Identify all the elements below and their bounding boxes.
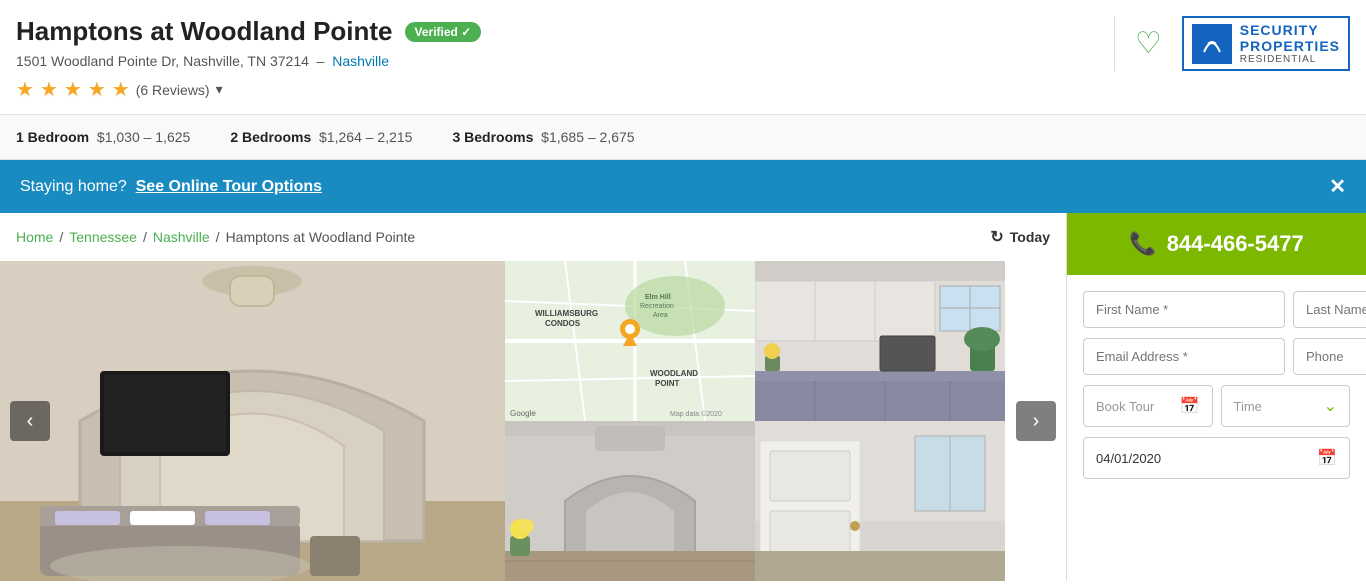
title-row: Hamptons at Woodland Pointe Verified ✓ (16, 16, 1114, 47)
page-header: Hamptons at Woodland Pointe Verified ✓ 1… (0, 0, 1366, 115)
three-bed-range: $1,685 – 2,675 (541, 129, 634, 145)
phone-number: 844-466-5477 (1167, 231, 1304, 257)
book-tour-label: Book Tour (1096, 399, 1154, 414)
breadcrumb-current: Hamptons at Woodland Pointe (226, 229, 416, 245)
property-info: Hamptons at Woodland Pointe Verified ✓ 1… (16, 16, 1114, 102)
refresh-icon: ↻ (990, 227, 1003, 247)
breadcrumb-home[interactable]: Home (16, 229, 53, 245)
today-button[interactable]: ↻ Today (990, 227, 1050, 247)
right-sidebar: 📞 844-466-5477 Book Tour 📅 Time ⌄ (1066, 213, 1366, 581)
reviews-chevron-icon[interactable]: ▾ (216, 81, 223, 98)
three-bedroom-price: 3 Bedrooms $1,685 – 2,675 (452, 129, 634, 145)
main-content: Home / Tennessee / Nashville / Hamptons … (0, 213, 1366, 581)
reviews-count[interactable]: (6 Reviews) (136, 82, 210, 98)
logo-line3: RESIDENTIAL (1240, 54, 1340, 65)
breadcrumb-sep-1: / (59, 229, 63, 245)
header-actions: ♡ SECURITY PROPERTIES RESIDENTIAL (1114, 16, 1350, 71)
pricing-bar: 1 Bedroom $1,030 – 1,625 2 Bedrooms $1,2… (0, 115, 1366, 160)
address-line: 1501 Woodland Pointe Dr, Nashville, TN 3… (16, 53, 1114, 69)
phone-icon: 📞 (1129, 231, 1156, 257)
address-city-link[interactable]: Nashville (332, 53, 389, 69)
star-1: ★ (16, 77, 34, 102)
date-value: 04/01/2020 (1096, 451, 1161, 466)
favorite-icon[interactable]: ♡ (1135, 26, 1162, 61)
one-bed-range: $1,030 – 1,625 (97, 129, 190, 145)
star-3: ★ (64, 77, 82, 102)
time-select[interactable]: Time ⌄ (1221, 385, 1351, 427)
tour-banner: Staying home? See Online Tour Options ✕ (0, 160, 1366, 213)
gallery-next-button[interactable]: › (1016, 401, 1056, 441)
living-room-photo (0, 261, 505, 581)
tour-banner-close-icon[interactable]: ✕ (1329, 174, 1346, 199)
photo-interior3 (755, 421, 1005, 581)
svg-text:Recreation: Recreation (640, 303, 674, 310)
three-bed-label: 3 Bedrooms (452, 129, 533, 145)
svg-text:CONDOS: CONDOS (545, 319, 581, 328)
star-4: ★ (88, 77, 106, 102)
photo-kitchen (755, 261, 1005, 421)
logo-text: SECURITY PROPERTIES RESIDENTIAL (1240, 22, 1340, 65)
svg-text:WOODLAND: WOODLAND (650, 369, 698, 378)
svg-text:Google: Google (510, 409, 536, 418)
last-name-input[interactable] (1293, 291, 1366, 328)
breadcrumb-sep-2: / (143, 229, 147, 245)
phone-input[interactable] (1293, 338, 1366, 375)
left-content: Home / Tennessee / Nashville / Hamptons … (0, 213, 1066, 581)
svg-text:WILLIAMSBURG: WILLIAMSBURG (535, 309, 598, 318)
address-text: 1501 Woodland Pointe Dr, Nashville, TN 3… (16, 53, 309, 69)
tour-banner-prefix: Staying home? (20, 178, 127, 195)
book-tour-field[interactable]: Book Tour 📅 (1083, 385, 1213, 427)
photo-interior2 (505, 421, 755, 581)
gallery-prev-button[interactable]: ‹ (10, 401, 50, 441)
star-2: ★ (40, 77, 58, 102)
rating-row: ★ ★ ★ ★ ★ (6 Reviews) ▾ (16, 77, 1114, 102)
phone-button[interactable]: 📞 844-466-5477 (1067, 213, 1366, 275)
property-title: Hamptons at Woodland Pointe (16, 16, 393, 47)
date-calendar-icon: 📅 (1317, 448, 1337, 468)
two-bedroom-price: 2 Bedrooms $1,264 – 2,215 (230, 129, 412, 145)
company-logo: SECURITY PROPERTIES RESIDENTIAL (1182, 16, 1350, 71)
contact-row (1083, 338, 1350, 375)
star-5: ★ (112, 77, 130, 102)
svg-text:Area: Area (653, 312, 668, 319)
breadcrumb-state[interactable]: Tennessee (69, 229, 137, 245)
time-label: Time (1234, 399, 1262, 414)
breadcrumb: Home / Tennessee / Nashville / Hamptons … (0, 213, 1066, 261)
logo-graphic-icon (1192, 24, 1232, 64)
svg-text:POINT: POINT (655, 379, 680, 388)
logo-line1: SECURITY (1240, 22, 1340, 38)
photo-gallery: ‹ (0, 261, 1066, 581)
name-row (1083, 291, 1350, 328)
date-field[interactable]: 04/01/2020 📅 (1083, 437, 1350, 479)
logo-line2: PROPERTIES (1240, 38, 1340, 54)
tour-banner-text: Staying home? See Online Tour Options (20, 178, 322, 196)
two-bed-range: $1,264 – 2,215 (319, 129, 412, 145)
today-label: Today (1010, 229, 1050, 245)
calendar-icon: 📅 (1180, 396, 1200, 416)
one-bed-label: 1 Bedroom (16, 129, 89, 145)
svg-text:Elm Hill: Elm Hill (645, 294, 671, 301)
breadcrumb-sep-3: / (216, 229, 220, 245)
photo-main (0, 261, 505, 581)
svg-text:Map data ©2020: Map data ©2020 (670, 410, 722, 418)
book-tour-row: Book Tour 📅 Time ⌄ (1083, 385, 1350, 427)
two-bed-label: 2 Bedrooms (230, 129, 311, 145)
see-online-tour-link[interactable]: See Online Tour Options (136, 178, 322, 195)
photo-map: Elm Hill Recreation Area WILLIAMSBURG CO… (505, 261, 755, 421)
breadcrumb-city[interactable]: Nashville (153, 229, 210, 245)
time-chevron-icon: ⌄ (1324, 396, 1337, 416)
date-row: 04/01/2020 📅 (1083, 437, 1350, 479)
verified-badge: Verified ✓ (405, 22, 482, 42)
one-bedroom-price: 1 Bedroom $1,030 – 1,625 (16, 129, 190, 145)
email-input[interactable] (1083, 338, 1285, 375)
contact-form: Book Tour 📅 Time ⌄ 04/01/2020 📅 (1067, 275, 1366, 505)
first-name-input[interactable] (1083, 291, 1285, 328)
